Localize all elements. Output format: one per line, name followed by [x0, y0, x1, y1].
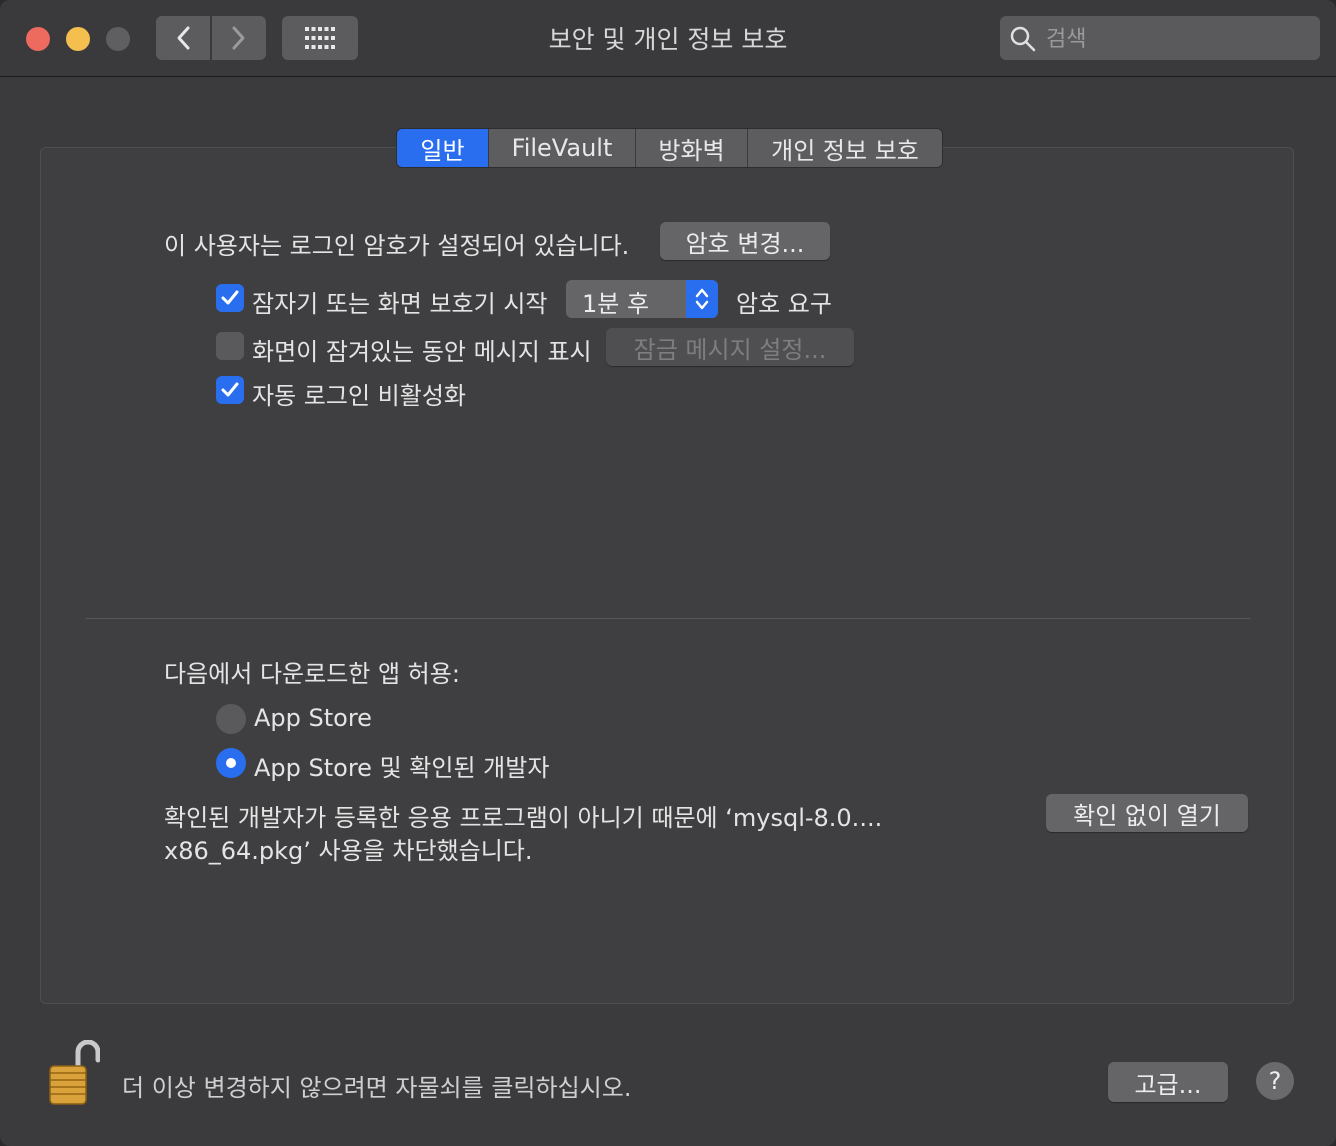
change-password-button[interactable]: 암호 변경...	[660, 222, 830, 260]
zoom-button[interactable]	[106, 27, 130, 51]
help-button[interactable]: ?	[1256, 1062, 1294, 1100]
forward-button[interactable]	[212, 16, 266, 60]
open-anyway-button[interactable]: 확인 없이 열기	[1046, 794, 1248, 832]
password-delay-popup[interactable]: 1분 후	[566, 280, 718, 318]
lock-open-icon[interactable]	[48, 1039, 101, 1106]
blocked-message-line1: 확인된 개발자가 등록한 응용 프로그램이 아니기 때문에 ‘mysql-8.0…	[164, 804, 883, 832]
window-title: 보안 및 개인 정보 보호	[548, 25, 788, 54]
show-message-label: 화면이 잠겨있는 동안 메시지 표시	[252, 338, 592, 366]
disable-auto-login-label: 자동 로그인 비활성화	[252, 382, 466, 410]
show-all-button[interactable]	[282, 16, 358, 60]
back-button[interactable]	[156, 16, 210, 60]
search-field[interactable]	[1000, 16, 1320, 62]
tab-firewall[interactable]: 방화벽	[636, 129, 748, 167]
close-button[interactable]	[26, 27, 50, 51]
password-delay-value: 1분 후	[582, 290, 650, 318]
search-icon	[1010, 26, 1036, 52]
radio-app-store[interactable]	[216, 704, 246, 734]
checkmark-icon	[221, 382, 239, 397]
tab-filevault[interactable]: FileVault	[489, 129, 636, 167]
require-password-suffix: 암호 요구	[736, 290, 832, 318]
section-divider	[86, 618, 1250, 619]
tab-general[interactable]: 일반	[397, 129, 489, 167]
tab-content-panel	[40, 147, 1294, 1004]
title-bar: 보안 및 개인 정보 보호	[0, 0, 1336, 77]
grid-icon	[305, 27, 335, 49]
tab-bar: 일반 FileVault 방화벽 개인 정보 보호	[396, 128, 943, 168]
require-password-checkbox[interactable]	[216, 284, 244, 312]
preferences-window: 보안 및 개인 정보 보호 일반 FileVault 방화벽 개인 정보 보호 …	[0, 0, 1336, 1146]
updown-arrows-icon	[686, 280, 718, 318]
lock-hint-text: 더 이상 변경하지 않으려면 자물쇠를 클릭하십시오.	[122, 1074, 632, 1102]
set-lock-message-button[interactable]: 잠금 메시지 설정...	[606, 328, 854, 366]
radio-app-store-identified-label: App Store 및 확인된 개발자	[254, 754, 550, 782]
tab-privacy[interactable]: 개인 정보 보호	[748, 129, 942, 167]
radio-app-store-identified[interactable]	[216, 748, 246, 778]
require-password-label: 잠자기 또는 화면 보호기 시작	[252, 290, 548, 318]
minimize-button[interactable]	[66, 27, 90, 51]
search-input[interactable]	[1044, 16, 1318, 62]
show-message-checkbox[interactable]	[216, 332, 244, 360]
chevron-left-icon	[177, 26, 190, 50]
advanced-button[interactable]: 고급...	[1108, 1062, 1228, 1102]
password-status-text: 이 사용자는 로그인 암호가 설정되어 있습니다.	[164, 232, 630, 260]
chevron-right-icon	[232, 26, 245, 50]
blocked-message-line2: x86_64.pkg’ 사용을 차단했습니다.	[164, 837, 533, 865]
disable-auto-login-checkbox[interactable]	[216, 376, 244, 404]
allow-downloads-heading: 다음에서 다운로드한 앱 허용:	[164, 660, 460, 688]
radio-app-store-label: App Store	[254, 704, 372, 732]
checkmark-icon	[221, 290, 239, 305]
